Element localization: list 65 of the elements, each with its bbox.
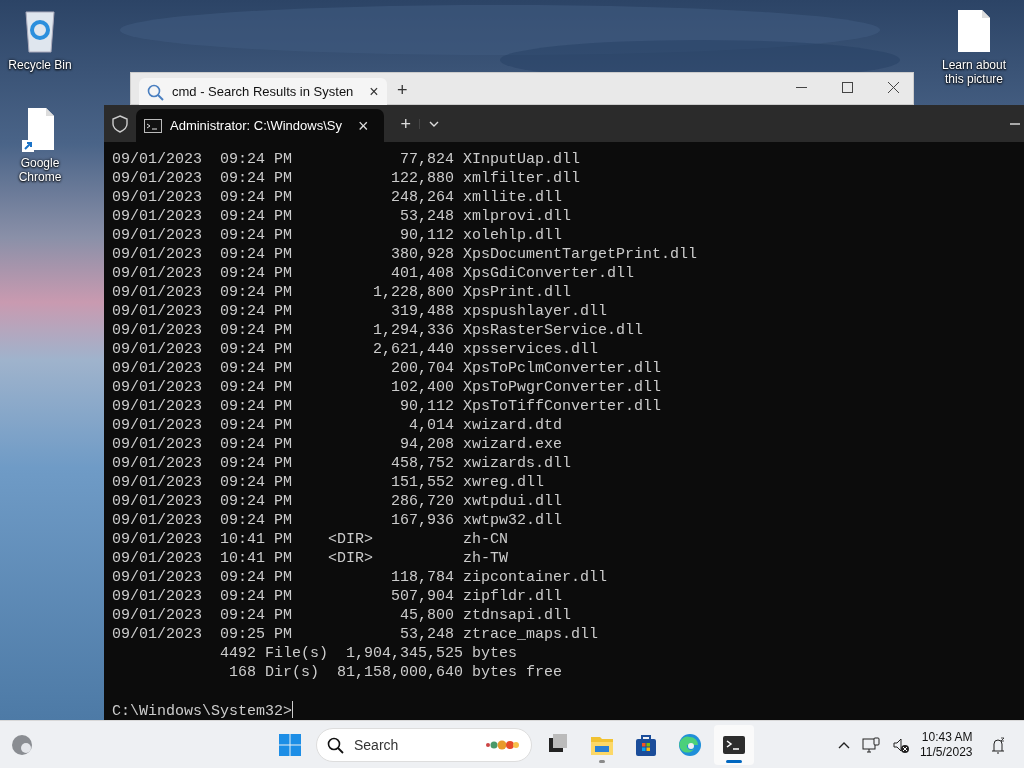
terminal-line: 09/01/2023 09:24 PM 401,408 XpsGdiConverter.dll xyxy=(112,264,636,283)
terminal-line: 09/01/2023 09:24 PM 122,880 xmlfilter.dll xyxy=(112,169,582,188)
clock-date: 11/5/2023 xyxy=(920,745,973,760)
terminal-line: 168 Dir(s) 81,158,000,640 bytes free xyxy=(228,663,564,682)
command-prompt[interactable]: C:\Windows\System32> xyxy=(112,703,293,720)
search-icon xyxy=(327,736,344,754)
icon-label[interactable]: Google Chrome xyxy=(14,156,66,184)
terminal-line: 09/01/2023 09:24 PM 90,112 xolehlp.dll xyxy=(112,226,564,245)
maximize-icon xyxy=(841,81,853,93)
tab-title: cmd - Search Results in Systen xyxy=(172,83,354,102)
terminal-line: 09/01/2023 09:24 PM 458,752 xwizards.dll xyxy=(112,454,573,473)
terminal-line: 09/01/2023 09:24 PM 53,248 xmlprovi.dll xyxy=(112,207,573,226)
recycle-bin-icon[interactable] xyxy=(22,8,58,54)
windows-logo-icon xyxy=(279,734,301,756)
tab-title: Administrator: C:\Windows\Sy xyxy=(170,116,342,135)
terminal-icon xyxy=(144,118,162,133)
terminal-line: 4492 File(s) 1,904,345,525 bytes xyxy=(219,644,519,663)
search-icon xyxy=(147,83,164,101)
terminal-line: 09/01/2023 09:24 PM 90,112 XpsToTiffConverter.dll xyxy=(112,397,663,416)
terminal-line: 09/01/2023 09:24 PM 248,264 xmllite.dll xyxy=(112,188,564,207)
shield-icon xyxy=(112,114,128,133)
terminal-line: 09/01/2023 09:24 PM 286,720 xwtpdui.dll xyxy=(112,492,564,511)
terminal-line: 09/01/2023 09:24 PM 118,784 zipcontainer.dll xyxy=(112,568,609,587)
search-input[interactable]: Search xyxy=(352,733,462,757)
terminal-line: 09/01/2023 09:24 PM 45,800 ztdnsapi.dll xyxy=(112,606,573,625)
new-tab-button[interactable]: + xyxy=(392,114,419,133)
document-icon[interactable] xyxy=(956,8,992,54)
terminal-line: 09/01/2023 09:24 PM 167,936 xwtpw32.dll xyxy=(112,511,564,530)
new-tab-button[interactable]: + xyxy=(389,81,416,99)
terminal-line: 09/01/2023 09:24 PM 1,228,800 XpsPrint.dll xyxy=(112,283,573,302)
terminal-line: 09/01/2023 09:24 PM 2,621,440 xpsservices.dll xyxy=(112,340,600,359)
close-tab-button[interactable]: × xyxy=(349,116,377,135)
bell-icon xyxy=(989,736,1007,754)
terminal-line: 09/01/2023 09:24 PM 151,552 xwreg.dll xyxy=(112,473,546,492)
terminal-line: 09/01/2023 09:24 PM 380,928 XpsDocumentTargetPrint.dll xyxy=(112,245,699,264)
terminal-line: 09/01/2023 09:24 PM 1,294,336 XpsRasterService.dll xyxy=(112,321,645,340)
terminal-tab[interactable]: Administrator: C:\Windows\Sy × xyxy=(136,109,385,142)
text-cursor xyxy=(292,701,294,718)
icon-label[interactable]: Learn about this picture xyxy=(939,58,1009,86)
close-tab-button[interactable]: × xyxy=(361,84,387,100)
clock-time: 10:43 AM xyxy=(920,730,973,745)
terminal-line: 09/01/2023 10:41 PM <DIR> zh-CN xyxy=(112,530,510,549)
icon-label[interactable]: Recycle Bin xyxy=(8,58,72,72)
clock[interactable]: 10:43 AM 11/5/2023 xyxy=(920,730,973,760)
terminal-button[interactable] xyxy=(714,725,754,765)
search-bar[interactable]: Search xyxy=(316,728,532,762)
terminal-line: 09/01/2023 09:24 PM 319,488 xpspushlayer.dll xyxy=(112,302,609,321)
close-icon xyxy=(887,81,899,93)
terminal-line: 09/01/2023 09:24 PM 94,208 xwizard.exe xyxy=(112,435,564,454)
minimize-icon xyxy=(795,86,807,88)
chevron-up-icon xyxy=(838,740,850,750)
terminal-line: 09/01/2023 09:24 PM 200,704 XpsToPclmConverter.dll xyxy=(112,359,663,378)
terminal-line: 09/01/2023 09:24 PM 102,400 XpsToPwgrConverter.dll xyxy=(112,378,663,397)
computer-icon xyxy=(862,737,880,753)
muted-speaker-icon xyxy=(892,736,910,754)
terminal-line: 09/01/2023 09:24 PM 507,904 zipfldr.dll xyxy=(112,587,564,606)
browser-icon xyxy=(678,733,702,757)
shopping-bag-icon xyxy=(634,733,658,757)
browser-tab[interactable]: cmd - Search Results in Systen × xyxy=(139,78,387,106)
terminal-icon xyxy=(722,733,746,757)
terminal-line: 09/01/2023 09:24 PM 77,824 XInputUap.dll xyxy=(112,150,582,169)
terminal-line: 09/01/2023 09:25 PM 53,248 ztrace_maps.dll xyxy=(112,625,600,644)
weather-icon xyxy=(11,734,33,756)
terminal-line: 09/01/2023 10:41 PM <DIR> zh-TW xyxy=(112,549,510,568)
terminal-line: 09/01/2023 09:24 PM 4,014 xwizard.dtd xyxy=(112,416,564,435)
